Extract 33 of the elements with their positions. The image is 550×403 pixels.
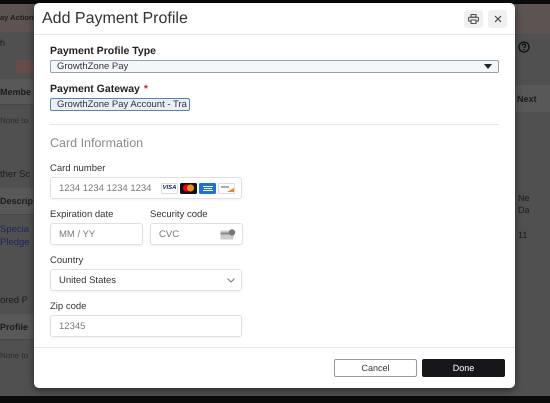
card-logo-icon [202, 184, 214, 192]
dialog-title: Add Payment Profile [42, 10, 188, 28]
printer-icon [468, 14, 479, 24]
field-label: Payment Profile Type [50, 45, 156, 57]
field-label: Country [50, 255, 84, 266]
column-header: Membe [0, 79, 34, 106]
required-mark: * [144, 83, 148, 95]
card-cvc-icon [220, 228, 236, 240]
select-field[interactable]: GrowthZone Pay [50, 60, 499, 73]
print-button[interactable] [464, 10, 483, 28]
chevron-down-icon [227, 278, 235, 282]
input-field[interactable]: 12345 [50, 315, 242, 337]
column-header: Next [515, 85, 550, 112]
field-label: Zip code [50, 301, 88, 312]
close-button[interactable] [488, 10, 507, 28]
cancel-button[interactable]: Cancel [334, 359, 417, 377]
page-header-bar [515, 4, 550, 34]
caret-icon [484, 64, 492, 69]
column-header: Descrip [0, 188, 34, 215]
input-field[interactable]: United States [50, 269, 242, 291]
field-label: Security code [150, 209, 209, 220]
input-field[interactable]: CVC [150, 223, 243, 245]
field-label: Payment Gateway [50, 83, 140, 95]
select-field[interactable]: GrowthZone Pay Account - Tra [50, 98, 190, 111]
done-button[interactable]: Done [422, 359, 505, 377]
card-logo-icon [182, 184, 195, 192]
column-header: Profile [0, 314, 34, 340]
card-logo-icon [220, 184, 234, 192]
field-label: Card number [50, 163, 106, 174]
close-icon [494, 14, 502, 22]
input-field[interactable]: MM / YY [50, 223, 143, 245]
section-title: Card Information [50, 136, 144, 150]
field-label: Expiration date [50, 209, 114, 220]
